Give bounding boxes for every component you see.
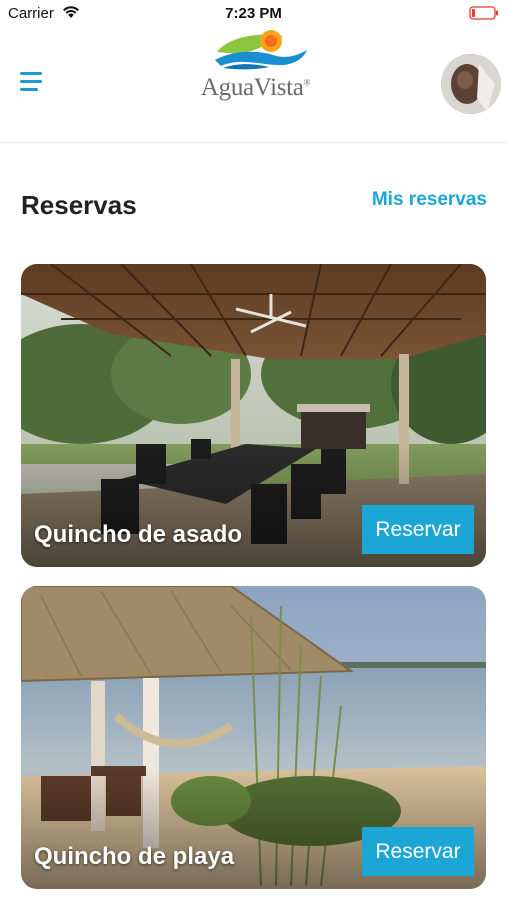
reserve-button[interactable]: Reservar <box>362 505 474 554</box>
reservation-card-asado[interactable]: Quincho de asado Reservar <box>21 264 486 567</box>
my-reservations-link[interactable]: Mis reservas <box>372 189 487 211</box>
status-bar: Carrier 7:23 PM <box>0 0 507 28</box>
card-title: Quincho de playa <box>34 843 235 870</box>
hamburger-menu-icon[interactable] <box>20 72 46 94</box>
battery-low-icon <box>469 6 498 20</box>
card-title: Quincho de asado <box>34 521 243 548</box>
reservation-card-playa[interactable]: Quincho de playa Reservar <box>21 586 486 889</box>
logo-sun-wave-icon <box>215 30 307 70</box>
aguavista-logo: AguaVista® <box>193 28 318 108</box>
user-avatar[interactable] <box>441 54 501 114</box>
avatar-photo <box>441 54 501 114</box>
status-time: 7:23 PM <box>225 5 282 22</box>
reserve-button[interactable]: Reservar <box>362 827 474 876</box>
section-title: Reservas <box>21 190 137 220</box>
logo-text: AguaVista® <box>200 74 311 101</box>
app-header: AguaVista® <box>0 28 507 143</box>
